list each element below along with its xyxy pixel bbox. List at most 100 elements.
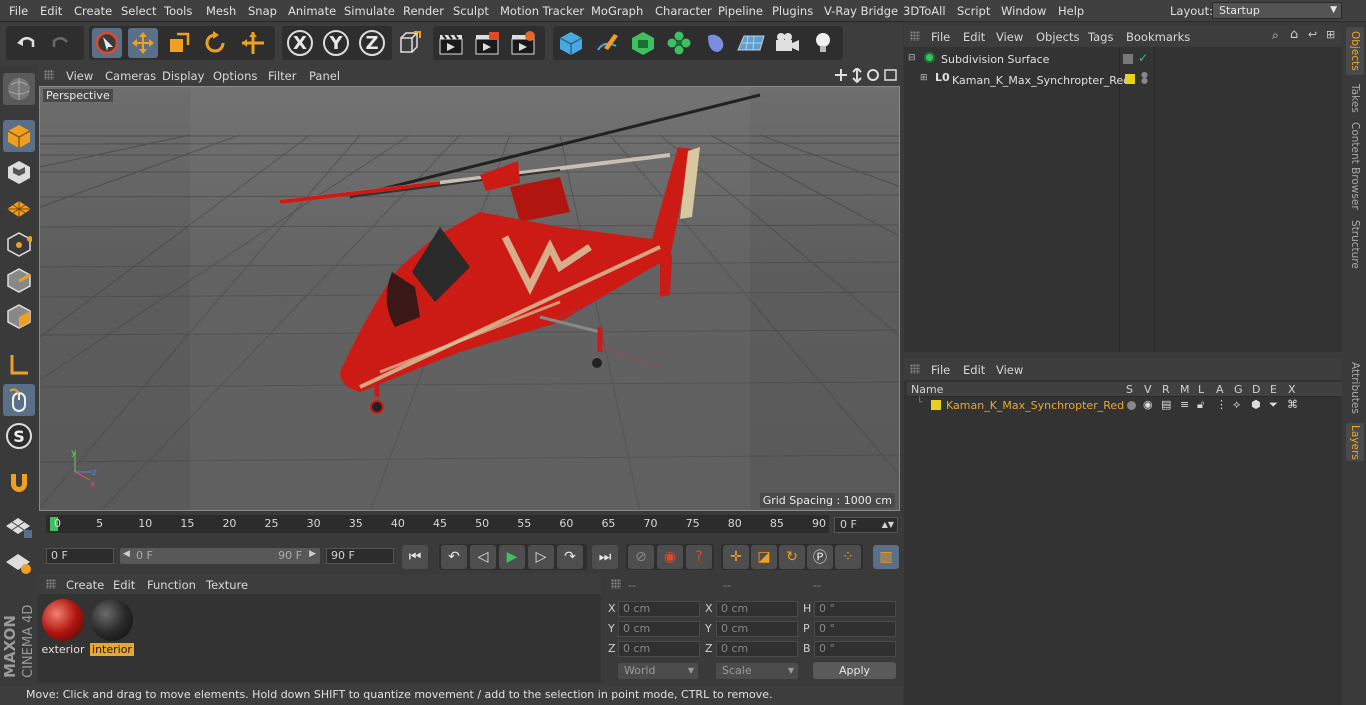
vp-menu-options[interactable]: Options [213,69,257,83]
transform-tool-button[interactable] [238,28,268,58]
back-icon[interactable]: ↩ [1308,28,1317,41]
col-expressions[interactable]: E [1270,383,1277,396]
render-view-button[interactable] [436,28,466,58]
position-x-field[interactable]: 0 cm [618,601,700,617]
mat-menu-texture[interactable]: Texture [206,578,248,592]
menu-tools[interactable]: Tools [164,4,192,18]
next-key-button[interactable]: ↷ [557,545,583,569]
menu-window[interactable]: Window [1001,4,1046,18]
visibility-dots-icon[interactable] [1123,54,1133,64]
next-frame-button[interactable]: ▷ [528,545,554,569]
om-menu-bookmarks[interactable]: Bookmarks [1126,30,1190,44]
generator-icon[interactable]: ⟡ [1233,398,1240,412]
material-interior[interactable]: interior [90,599,134,656]
deformer-button[interactable] [700,28,730,58]
solo-dot-icon[interactable] [1127,401,1136,410]
xref-icon[interactable]: ⌘ [1287,398,1298,411]
render-settings-button[interactable] [508,28,538,58]
redo-button[interactable] [46,28,76,58]
model-mode-button[interactable] [3,120,35,152]
autokey-button[interactable]: ? [686,545,712,569]
edges-mode-button[interactable] [3,264,35,296]
menu-select[interactable]: Select [121,4,156,18]
x-axis-lock-button[interactable]: X [285,28,315,58]
col-render[interactable]: R [1162,383,1170,396]
vp-menu-filter[interactable]: Filter [268,69,296,83]
layout-select[interactable]: Startup ▼ [1212,2,1342,19]
lock-icon[interactable]: 🔓︎ [1197,398,1204,412]
expand-icon[interactable]: ⊞ [920,73,928,83]
camera-button[interactable] [772,28,802,58]
coordinate-space-dropdown[interactable]: World ▼ [618,663,698,679]
menu-pipeline[interactable]: Pipeline [718,4,763,18]
live-selection-button[interactable] [92,28,122,58]
z-axis-lock-button[interactable]: Z [357,28,387,58]
object-row-helicopter[interactable]: ⊞ L0 Kaman_K_Max_Synchropter_Red ● ● [904,71,1342,89]
apply-button[interactable]: Apply [813,662,896,679]
prev-key-button[interactable]: ↶ [441,545,467,569]
col-name[interactable]: Name [911,383,943,396]
vp-menu-cameras[interactable]: Cameras [105,69,156,83]
vp-menu-panel[interactable]: Panel [309,69,340,83]
om-menu-view[interactable]: View [996,30,1023,44]
frame-ruler[interactable]: 0 5 10 15 20 25 30 35 40 45 50 55 60 65 70 75 80 85 90 [46,515,829,533]
grid-lock-button[interactable] [3,510,35,542]
magnet-button[interactable] [3,466,35,498]
col-deformers[interactable]: D [1252,383,1260,396]
om-menu-edit[interactable]: Edit [963,30,985,44]
scale-tool-button[interactable] [164,28,194,58]
key-position-button[interactable]: ✛ [723,545,749,569]
menu-motion-tracker[interactable]: Motion Tracker [500,4,584,18]
key-scale-button[interactable]: ◪ [751,545,777,569]
spline-pen-button[interactable] [592,28,622,58]
size-z-field[interactable]: 0 cm [716,641,798,657]
col-solo[interactable]: S [1126,383,1133,396]
size-mode-dropdown[interactable]: Scale ▼ [716,663,798,679]
layer-color-swatch[interactable] [1125,74,1135,84]
tab-content-browser[interactable]: Content Browser [1346,121,1364,211]
workplane-lock-button[interactable] [3,546,35,578]
menu-character[interactable]: Character [655,4,712,18]
record-button[interactable]: ◉ [657,545,683,569]
menu-edit[interactable]: Edit [40,4,62,18]
timeline-button[interactable]: ▥ [873,545,899,569]
om-menu-objects[interactable]: Objects [1036,30,1079,44]
menu-snap[interactable]: Snap [248,4,277,18]
key-pla-button[interactable]: ⁘ [835,545,861,569]
key-rotation-button[interactable]: ↻ [779,545,805,569]
layer-color-swatch[interactable] [931,400,941,410]
tab-objects[interactable]: Objects [1346,27,1364,75]
layer-row[interactable]: └ Kaman_K_Max_Synchropter_Red ◉ ▤ ≡ 🔓︎ ⋮… [907,398,1342,414]
perspective-viewport[interactable]: y z x Perspective Grid Spacing : 1000 cm [39,86,900,511]
search-icon[interactable]: ⌕ [1272,28,1279,43]
home-icon[interactable]: ⌂ [1290,27,1298,42]
menu-script[interactable]: Script [957,4,990,18]
lm-menu-view[interactable]: View [996,363,1023,377]
col-view[interactable]: V [1144,383,1152,396]
vp-menu-display[interactable]: Display [162,69,204,83]
mat-menu-create[interactable]: Create [66,578,104,592]
enabled-check-icon[interactable]: ✓ [1138,51,1148,65]
undo-button[interactable] [11,28,41,58]
rotation-h-field[interactable]: 0 ° [814,601,896,617]
deformer-icon[interactable]: ⬢ [1251,398,1261,411]
texture-mode-button[interactable] [3,156,35,188]
axis-mode-button[interactable] [3,348,35,380]
snap-button[interactable]: S [3,420,35,452]
eye-icon[interactable]: ◉ [1143,398,1153,411]
menu-animate[interactable]: Animate [288,4,336,18]
menu-plugins[interactable]: Plugins [772,4,813,18]
coordinate-system-button[interactable] [394,28,424,58]
col-animation[interactable]: A [1216,383,1224,396]
col-locked[interactable]: L [1198,383,1204,396]
menu-sculpt[interactable]: Sculpt [453,4,489,18]
current-frame-field[interactable]: 0 F ▲▼ [834,517,898,533]
new-window-icon[interactable]: ⊞ [1326,28,1335,41]
render-clapper-icon[interactable]: ▤ [1161,398,1171,411]
tab-structure[interactable]: Structure [1346,217,1364,271]
object-row-subdivision[interactable]: ⊟ Subdivision Surface ✓ [904,51,1342,69]
frame-range-slider[interactable]: ◀ 0 F 90 F ▶ [120,548,320,564]
vp-menu-view[interactable]: View [66,69,93,83]
col-generators[interactable]: G [1234,383,1243,396]
key-parameter-button[interactable]: Ⓟ [807,545,833,569]
